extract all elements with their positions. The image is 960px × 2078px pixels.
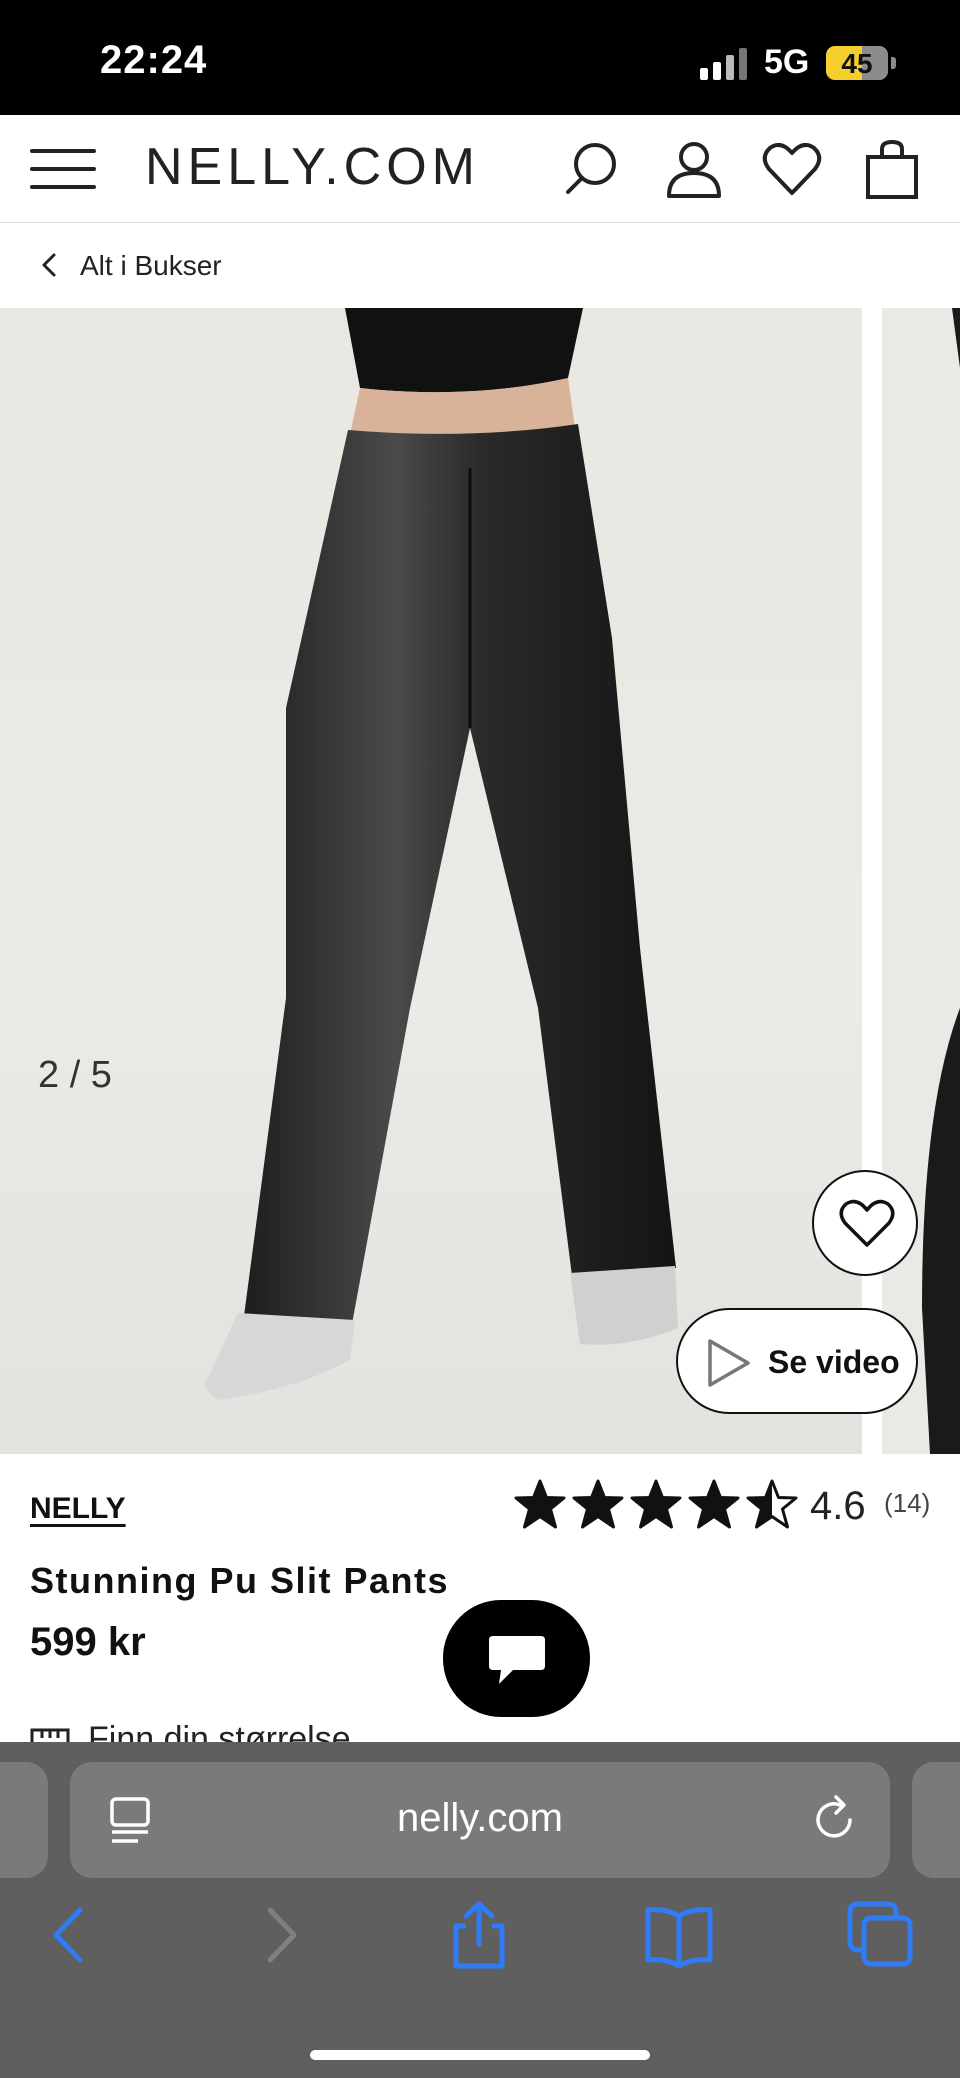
status-time: 22:24 <box>100 38 208 82</box>
back-icon[interactable] <box>36 1900 106 1970</box>
chat-button[interactable] <box>443 1600 590 1717</box>
rating-star <box>688 1479 740 1529</box>
site-header: NELLY.COM <box>0 115 960 223</box>
rating-star <box>746 1479 798 1529</box>
heart-icon <box>839 1199 895 1247</box>
home-indicator <box>310 2050 650 2060</box>
product-photo <box>204 308 678 1400</box>
browser-toolbar: nelly.com <box>0 1742 960 2078</box>
previous-tab-preview[interactable] <box>0 1762 48 1878</box>
add-to-wishlist-button[interactable] <box>812 1170 918 1276</box>
network-type: 5G <box>764 43 810 81</box>
forward-icon[interactable] <box>244 1900 314 1970</box>
account-icon[interactable] <box>664 139 724 199</box>
brand-link[interactable]: NELLY <box>30 1492 126 1526</box>
url-text: nelly.com <box>397 1796 563 1840</box>
rating-value: 4.6 <box>810 1484 866 1528</box>
site-logo[interactable]: NELLY.COM <box>145 137 480 197</box>
see-video-button[interactable]: Se video <box>676 1308 918 1414</box>
product-name: Stunning Pu Slit Pants <box>30 1560 449 1601</box>
rating-star <box>572 1479 624 1529</box>
review-count: (14) <box>884 1488 931 1518</box>
search-icon[interactable] <box>562 139 622 199</box>
share-icon[interactable] <box>444 1900 514 1970</box>
menu-icon[interactable] <box>30 145 96 193</box>
reload-icon[interactable] <box>810 1794 860 1846</box>
next-product-image[interactable] <box>882 308 960 1454</box>
rating-star <box>514 1479 566 1529</box>
cart-icon[interactable] <box>862 139 922 199</box>
ruler-icon <box>30 1728 70 1742</box>
breadcrumb-label: Alt i Bukser <box>80 250 222 281</box>
battery-level: 45 <box>841 48 873 79</box>
image-counter: 2 / 5 <box>38 1054 112 1096</box>
product-price: 599 kr <box>30 1620 146 1664</box>
status-bar: 22:24 5G 45 <box>0 0 960 115</box>
product-rating[interactable]: 4.6 (14) <box>512 1478 952 1534</box>
see-video-label: Se video <box>768 1344 900 1380</box>
rating-star <box>630 1479 682 1529</box>
rating-stars <box>514 1479 798 1529</box>
play-icon <box>708 1339 750 1387</box>
breadcrumb[interactable]: Alt i Bukser <box>0 223 960 308</box>
battery-icon: 45 <box>826 46 888 80</box>
next-tab-preview[interactable] <box>912 1762 960 1878</box>
address-bar[interactable]: nelly.com <box>70 1762 890 1878</box>
chevron-left-icon <box>42 253 56 277</box>
battery-tip <box>891 57 896 69</box>
tabs-icon[interactable] <box>846 1900 916 1970</box>
product-gallery[interactable] <box>0 308 960 1454</box>
wishlist-icon[interactable] <box>762 139 822 199</box>
bookmarks-icon[interactable] <box>644 1900 714 1970</box>
product-image[interactable] <box>0 308 862 1454</box>
chat-bubble-icon <box>489 1636 545 1684</box>
size-guide-link[interactable]: Finn din størrelse <box>30 1720 630 1742</box>
signal-icon <box>700 46 748 80</box>
size-guide-label: Finn din størrelse <box>88 1720 351 1742</box>
